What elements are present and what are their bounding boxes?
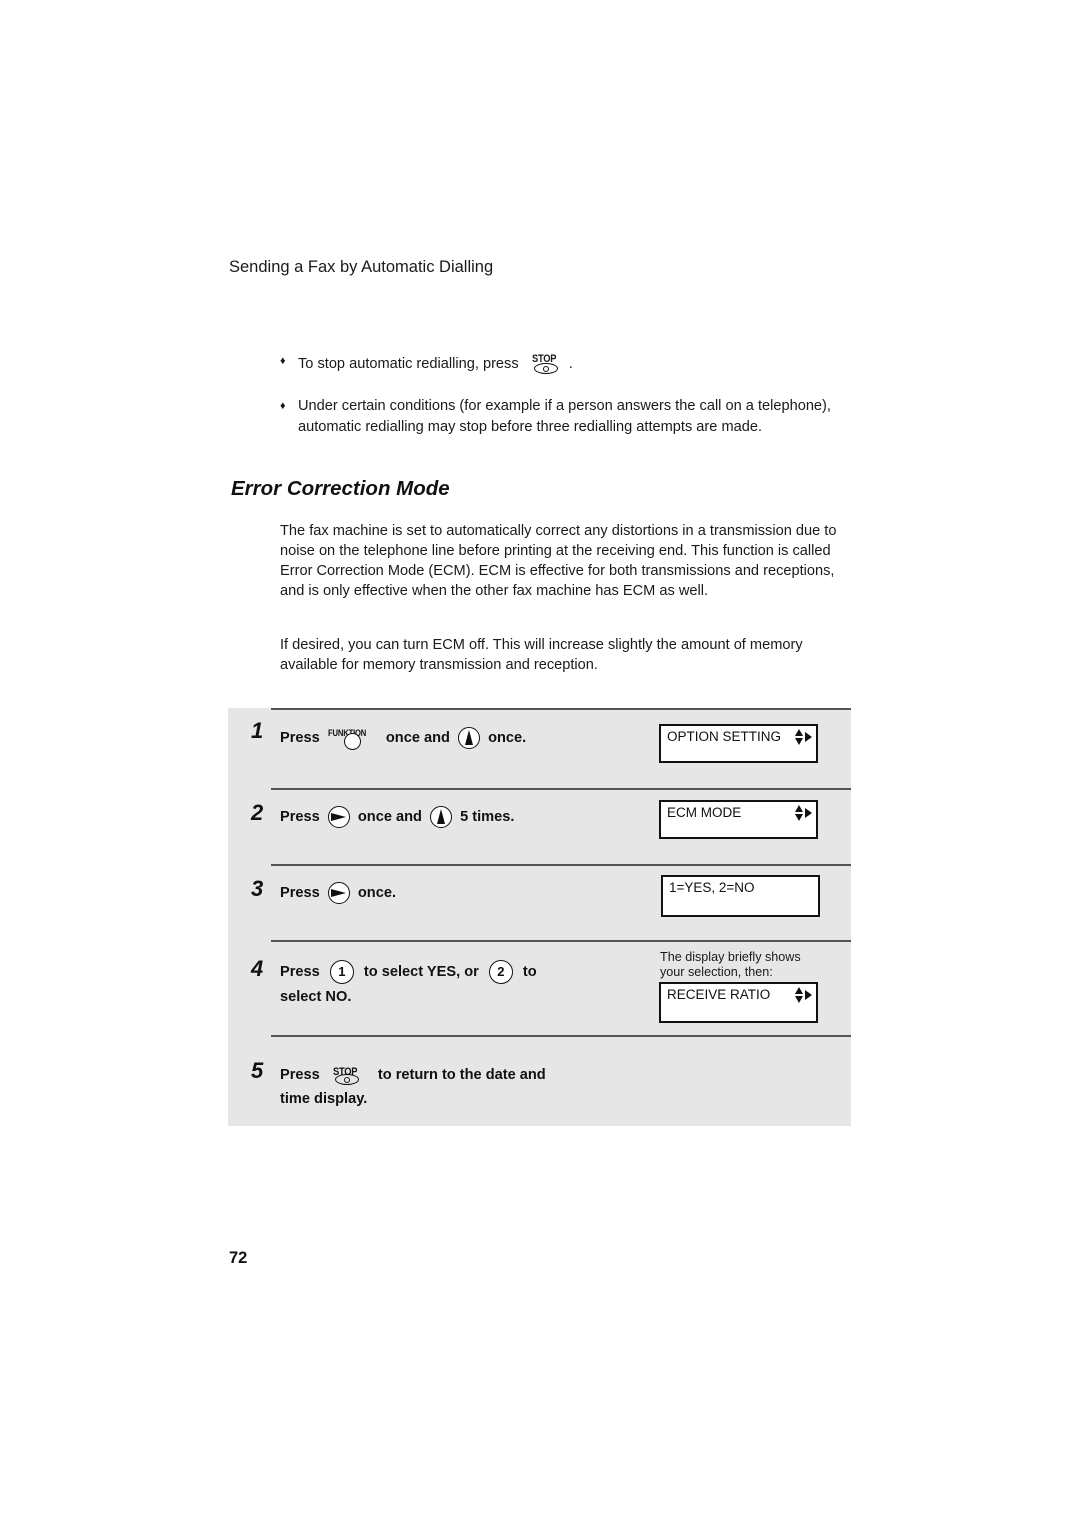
up-arrow-key-icon [458,727,481,749]
diamond-bullet-icon: ♦ [280,400,286,412]
up-down-right-arrows-icon [795,729,813,747]
lcd-display-option-setting: OPTION SETTING [659,724,818,763]
step-number: 5 [251,1058,264,1083]
divider [271,864,851,866]
page-number: 72 [229,1249,248,1267]
lcd-display-ecm-mode: ECM MODE [659,800,818,839]
step-3-instruction: Press once. [280,881,396,905]
step-number: 2 [251,800,264,825]
step-5-instruction-line2: time display. [280,1091,368,1107]
bullet-text-end: . [568,355,573,372]
paragraph-ecm-off: If desired, you can turn ECM off. This w… [280,637,803,673]
up-down-right-arrows-icon [795,987,813,1005]
divider [271,788,851,790]
step-5-instruction: Press STOP to return to the date and [280,1062,546,1088]
lcd-display-yes-no: 1=YES, 2=NO [661,875,820,917]
diamond-bullet-icon: ♦ [280,355,286,367]
right-arrow-key-icon [327,806,350,829]
display-note: The display briefly shows your selection… [660,950,801,979]
up-down-right-arrows-icon [795,805,813,823]
running-header: Sending a Fax by Automatic Dialling [229,258,494,276]
stop-key-icon: STOP [330,1062,366,1088]
right-arrow-key-icon [327,882,350,905]
bullet-text: To stop automatic redialling, press [298,355,519,372]
divider [271,708,851,710]
step-4-instruction-line2: select NO. [280,989,352,1005]
step-4-instruction: Press 1 to select YES, or 2 to [280,960,537,985]
key-2-icon: 2 [488,960,513,985]
paragraph-ecm-description: The fax machine is set to automatically … [280,523,837,599]
step-number: 4 [251,956,264,981]
steps-panel: 1 Press FUNKTION once and once. OPTION S… [228,708,851,1126]
bullet-text: Under certain conditions (for example if… [298,398,831,435]
divider [271,1035,851,1037]
step-number: 3 [251,876,264,901]
key-1-icon: 1 [329,960,354,985]
step-1-instruction: Press FUNKTION once and once. [280,724,526,752]
step-number: 1 [251,718,264,743]
funktion-key-icon: FUNKTION [324,724,382,752]
step-2-instruction: Press once and 5 times. [280,805,514,829]
up-arrow-key-icon [430,806,453,829]
bullet-redial-conditions: ♦ Under certain conditions (for example … [280,396,840,438]
divider [271,940,851,942]
lcd-display-receive-ratio: RECEIVE RATIO [659,982,818,1023]
stop-key-icon: STOP [529,351,565,377]
bullet-stop-redial: ♦ To stop automatic redialling, press ST… [280,351,840,377]
section-title: Error Correction Mode [231,477,450,500]
